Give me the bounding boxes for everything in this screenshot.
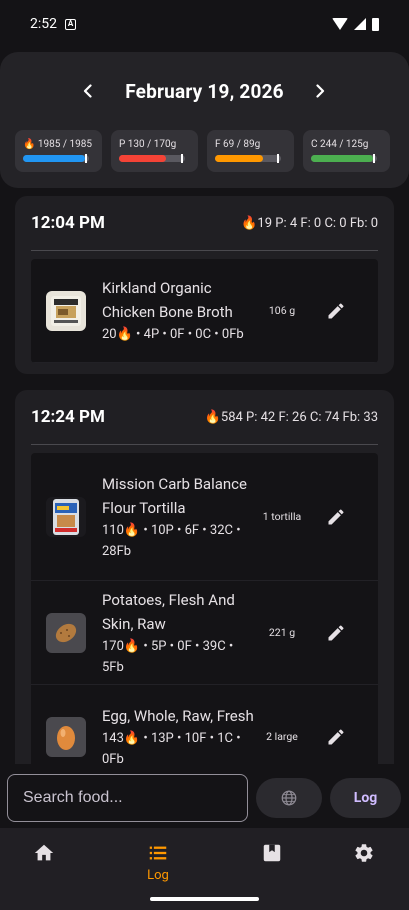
meal-time: 12:24 PM bbox=[31, 407, 105, 427]
bone-broth-photo-icon bbox=[46, 290, 86, 331]
calories-progress bbox=[23, 154, 89, 163]
food-text: Potatoes, Flesh And Skin, Raw 170🔥 • 5P … bbox=[102, 588, 254, 678]
food-name: Mission Carb Balance Flour Tortilla bbox=[102, 474, 247, 517]
fat-progress bbox=[215, 154, 281, 163]
battery-icon bbox=[372, 17, 379, 31]
food-list: Kirkland Organic Chicken Bone Broth 20🔥 … bbox=[31, 259, 378, 363]
edit-button[interactable] bbox=[324, 725, 348, 749]
nav-home[interactable] bbox=[4, 842, 84, 868]
carbs-card: C 244 / 125g bbox=[303, 130, 390, 172]
food-name: Potatoes, Flesh And Skin, Raw bbox=[102, 590, 235, 633]
calories-progress-fill bbox=[23, 155, 85, 162]
protein-progress bbox=[119, 154, 185, 163]
fat-target-marker bbox=[277, 154, 279, 163]
notification-icon: A bbox=[65, 18, 76, 30]
meal-divider bbox=[31, 444, 378, 445]
food-macros: 143🔥 • 13P • 10F • 1C • 0Fb bbox=[102, 730, 241, 765]
food-macros: 170🔥 • 5P • 0F • 39C • 5Fb bbox=[102, 638, 234, 675]
meal-divider bbox=[31, 250, 378, 251]
fat-card: F 69 / 89g bbox=[207, 130, 294, 172]
edit-button[interactable] bbox=[324, 299, 348, 323]
tortilla-photo-icon bbox=[46, 496, 86, 537]
egg-icon bbox=[46, 716, 86, 757]
food-name: Egg, Whole, Raw, Fresh bbox=[102, 706, 254, 725]
home-indicator bbox=[150, 897, 259, 901]
food-list: Mission Carb Balance Flour Tortilla 110🔥… bbox=[31, 453, 378, 764]
signal-icon bbox=[354, 18, 366, 30]
nav-book[interactable] bbox=[232, 842, 312, 868]
status-icons bbox=[332, 17, 379, 31]
calories-target-marker bbox=[85, 154, 87, 163]
book-icon bbox=[263, 844, 281, 862]
food-text: Egg, Whole, Raw, Fresh 143🔥 • 13P • 10F … bbox=[102, 704, 254, 765]
pencil-icon bbox=[328, 302, 344, 318]
macro-summary: 🔥 1985 / 1985 P 130 / 170g F 69 / 89g C … bbox=[15, 130, 395, 172]
home-icon bbox=[34, 844, 54, 861]
online-search-button[interactable] bbox=[256, 778, 322, 818]
food-item[interactable]: Potatoes, Flesh And Skin, Raw 170🔥 • 5P … bbox=[31, 581, 378, 685]
carbs-progress-fill bbox=[311, 155, 373, 162]
meal-time: 12:04 PM bbox=[31, 213, 105, 233]
prev-day-button[interactable] bbox=[75, 78, 101, 104]
date-title: February 19, 2026 bbox=[125, 79, 284, 103]
fat-label: F 69 / 89g bbox=[215, 139, 261, 150]
calories-card: 🔥 1985 / 1985 bbox=[15, 130, 102, 172]
calories-label: 🔥 1985 / 1985 bbox=[23, 139, 92, 150]
status-bar: 2:52 A bbox=[0, 0, 409, 48]
pencil-icon bbox=[328, 624, 344, 640]
meal-card: 12:24 PM 🔥584 P: 42 F: 26 C: 74 Fb: 33 M… bbox=[15, 390, 394, 764]
food-item[interactable]: Mission Carb Balance Flour Tortilla 110🔥… bbox=[31, 453, 378, 581]
food-macros: 20🔥 • 4P • 0F • 0C • 0Fb bbox=[102, 327, 244, 342]
log-button[interactable]: Log bbox=[330, 778, 401, 818]
search-food-input[interactable] bbox=[7, 774, 248, 822]
pencil-icon bbox=[328, 728, 344, 744]
protein-target-marker bbox=[181, 154, 183, 163]
food-macros: 110🔥 • 10P • 6F • 32C • 28Fb bbox=[102, 522, 241, 559]
gear-icon bbox=[355, 844, 373, 862]
nav-log-label: Log bbox=[147, 868, 169, 883]
food-quantity: 106 g bbox=[268, 304, 296, 317]
food-quantity: 2 large bbox=[266, 730, 298, 743]
food-item[interactable]: Egg, Whole, Raw, Fresh 143🔥 • 13P • 10F … bbox=[31, 685, 378, 764]
meal-card: 12:04 PM 🔥19 P: 4 F: 0 C: 0 Fb: 0 Kirkla… bbox=[15, 196, 394, 374]
list-icon bbox=[149, 846, 167, 860]
meal-summary: 🔥19 P: 4 F: 0 C: 0 Fb: 0 bbox=[241, 215, 378, 231]
pencil-icon bbox=[328, 508, 344, 524]
food-item[interactable]: Kirkland Organic Chicken Bone Broth 20🔥 … bbox=[31, 259, 378, 363]
protein-progress-fill bbox=[119, 155, 167, 162]
carbs-progress bbox=[311, 154, 377, 163]
wifi-icon bbox=[332, 18, 348, 30]
meal-header: 12:04 PM 🔥19 P: 4 F: 0 C: 0 Fb: 0 bbox=[15, 196, 394, 250]
meal-list[interactable]: 12:04 PM 🔥19 P: 4 F: 0 C: 0 Fb: 0 Kirkla… bbox=[0, 196, 409, 764]
nav-settings[interactable] bbox=[324, 842, 404, 868]
protein-label: P 130 / 170g bbox=[119, 139, 177, 150]
protein-card: P 130 / 170g bbox=[111, 130, 198, 172]
carbs-target-marker bbox=[373, 154, 375, 163]
next-day-button[interactable] bbox=[307, 78, 333, 104]
chevron-right-icon bbox=[316, 84, 325, 98]
edit-button[interactable] bbox=[324, 505, 348, 529]
carbs-label: C 244 / 125g bbox=[311, 139, 369, 150]
food-text: Mission Carb Balance Flour Tortilla 110🔥… bbox=[102, 472, 254, 562]
date-nav: February 19, 2026 bbox=[0, 78, 409, 104]
nav-log[interactable]: Log bbox=[118, 842, 198, 883]
potato-icon bbox=[46, 612, 86, 653]
food-quantity: 1 tortilla bbox=[262, 510, 302, 523]
fat-progress-fill bbox=[215, 155, 264, 162]
food-name: Kirkland Organic Chicken Bone Broth bbox=[102, 279, 233, 321]
chevron-left-icon bbox=[83, 84, 92, 98]
meal-summary: 🔥584 P: 42 F: 26 C: 74 Fb: 33 bbox=[204, 409, 378, 425]
food-text: Kirkland Organic Chicken Bone Broth 20🔥 … bbox=[102, 276, 254, 345]
food-quantity: 221 g bbox=[268, 626, 296, 639]
edit-button[interactable] bbox=[324, 621, 348, 645]
status-time: 2:52 bbox=[30, 16, 57, 32]
meal-header: 12:24 PM 🔥584 P: 42 F: 26 C: 74 Fb: 33 bbox=[15, 390, 394, 444]
globe-icon bbox=[281, 790, 297, 806]
